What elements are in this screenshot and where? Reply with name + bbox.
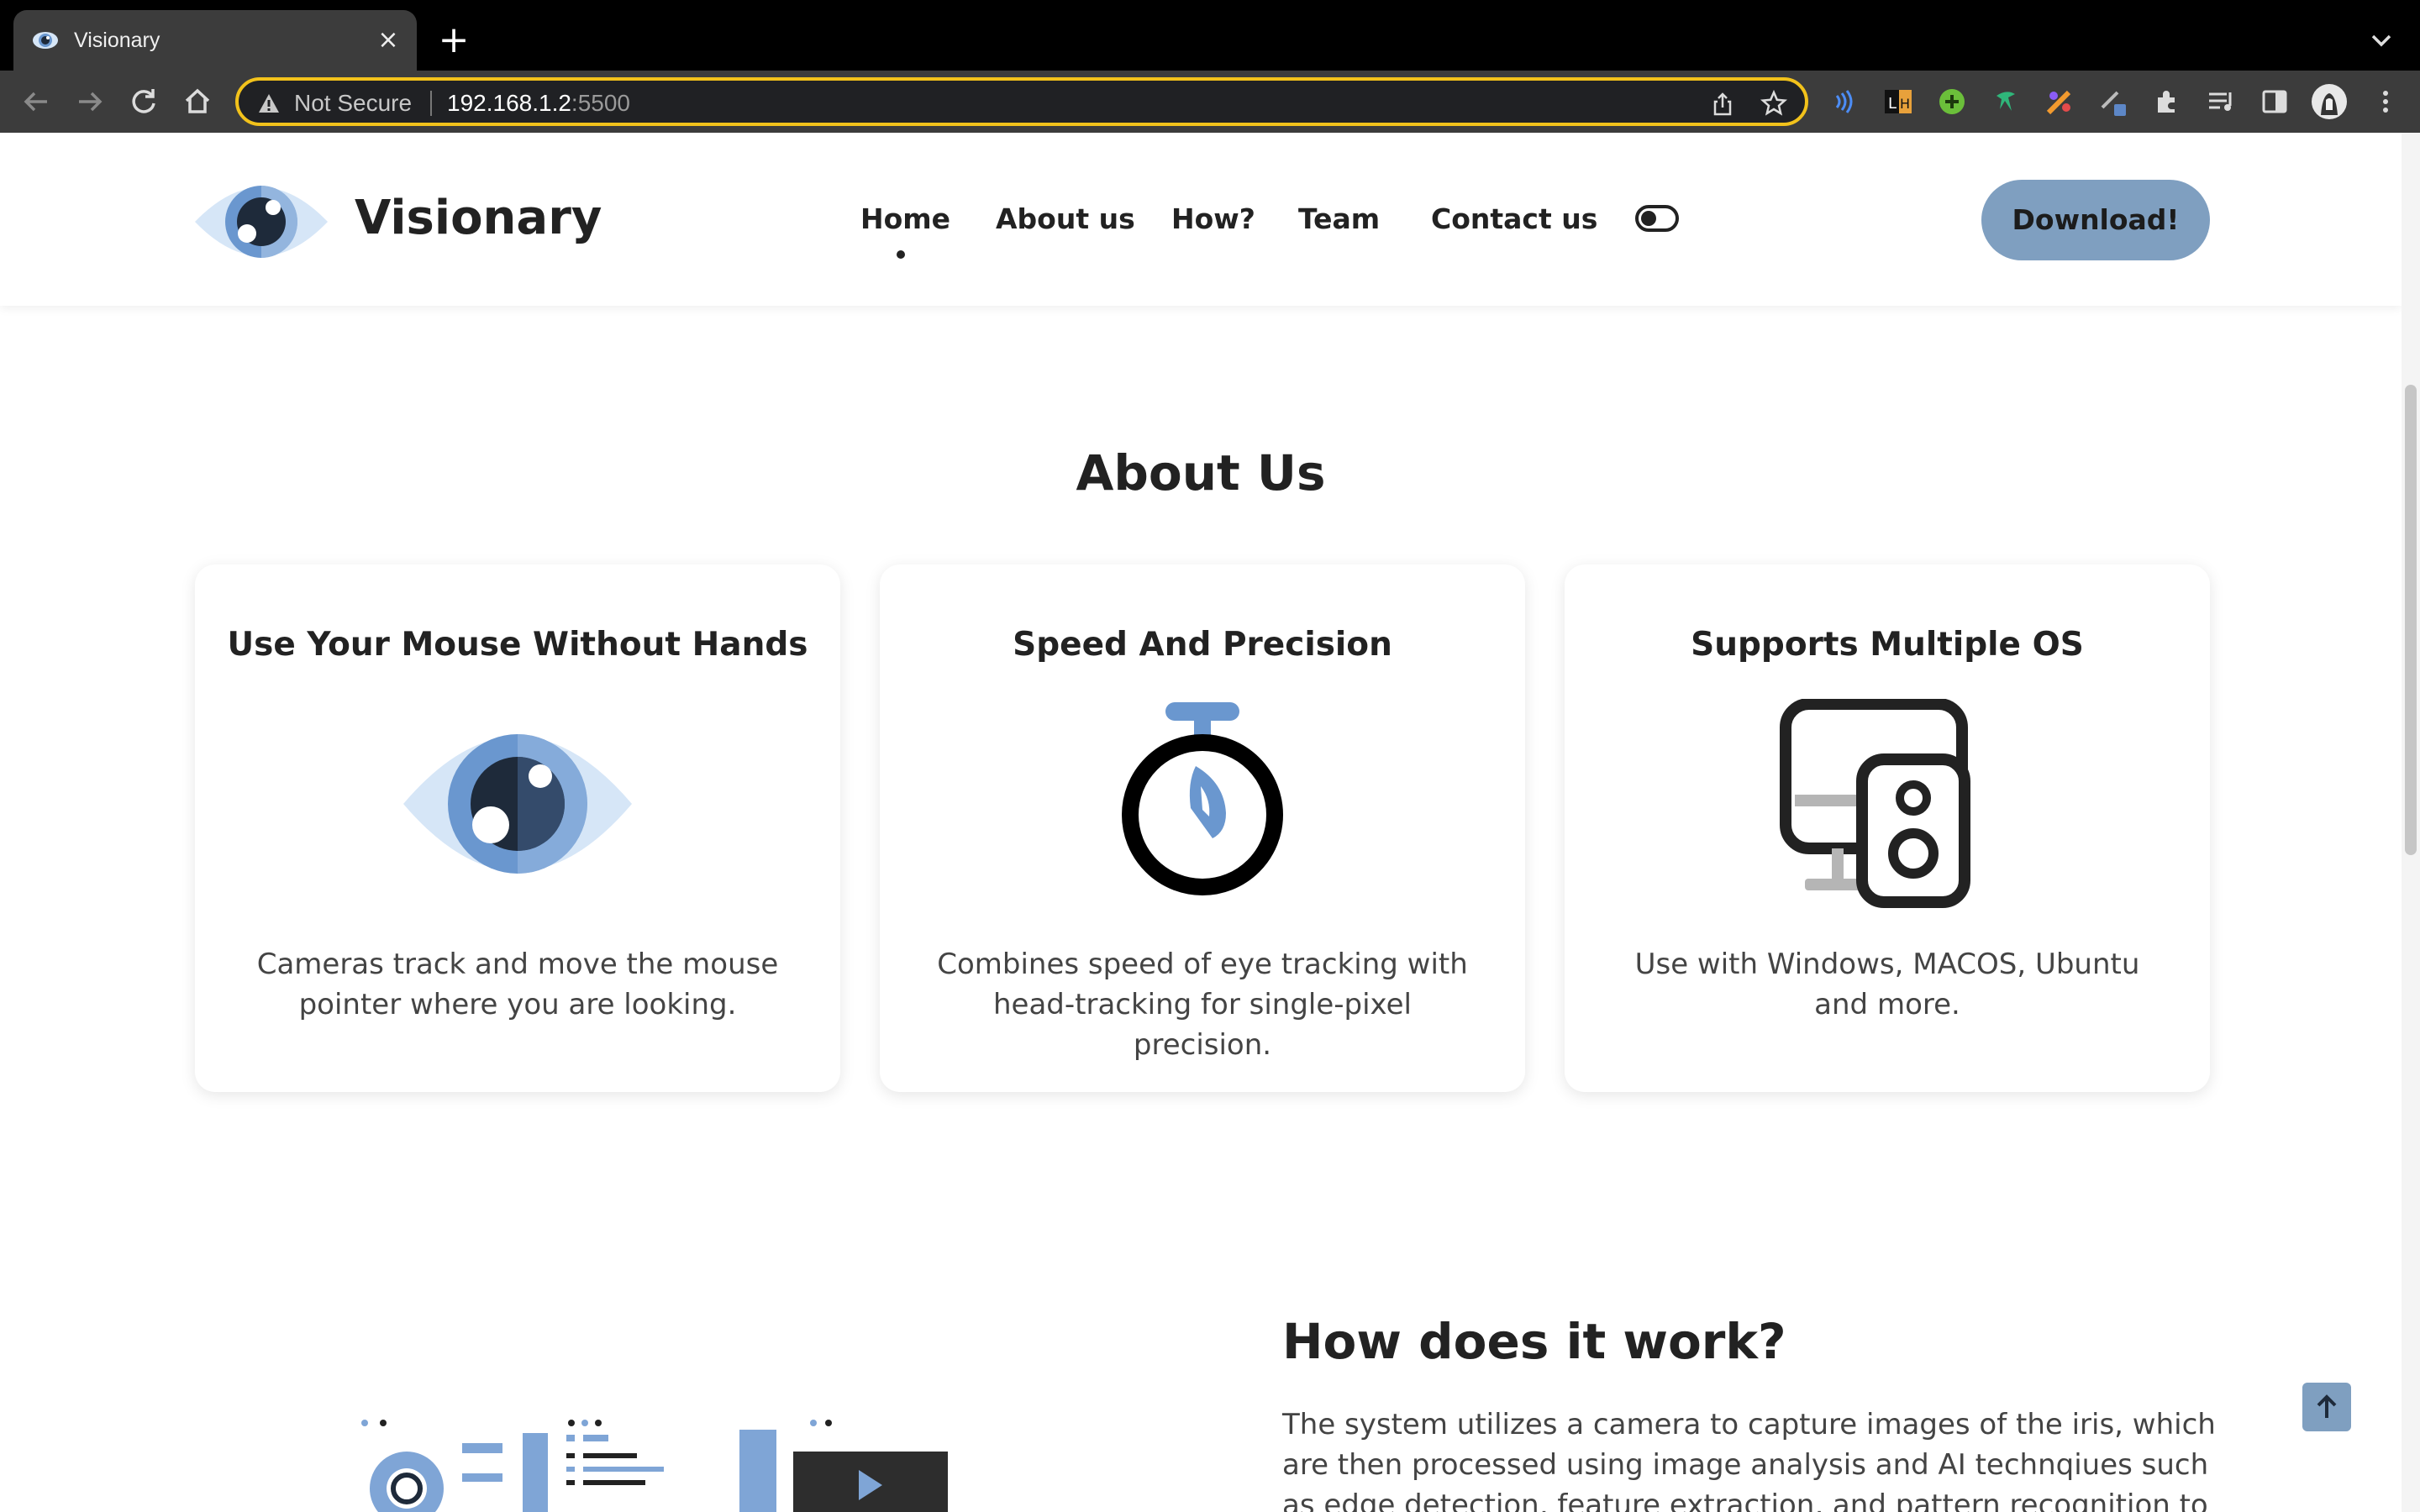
more-options-icon[interactable] [2370,86,2402,118]
eye-icon [403,734,632,874]
eye-favicon-icon [33,32,58,49]
tab-close-icon[interactable]: × [373,25,403,55]
nav-home[interactable]: Home [860,202,950,237]
arrow-left-icon [24,92,47,112]
omnibox-divider [430,91,432,116]
page-scrollbar[interactable] [2402,133,2420,1512]
arrow-right-icon [79,92,103,112]
nav-about-us[interactable]: About us [996,202,1135,237]
card-title: Use Your Mouse Without Hands [227,626,808,664]
arrow-up-icon [2317,1394,2337,1418]
theme-toggle-icon[interactable] [1635,205,1679,232]
not-secure-label[interactable]: Not Secure [294,89,412,118]
active-nav-indicator [897,250,905,259]
card-title: Supports Multiple OS [1691,626,2084,664]
reload-icon [132,89,155,113]
home-icon [185,88,210,113]
reload-button[interactable] [124,82,163,121]
card-description: Combines speed of eye tracking with head… [937,948,1468,1062]
logo-text[interactable]: Visionary [355,188,602,249]
warning-icon [259,94,279,113]
extensions-puzzle-icon[interactable] [2151,86,2183,118]
feature-card-speed: Speed And Precision Combines speed of ey… [880,564,1525,1092]
url-port: :5500 [571,90,630,116]
bookmark-star-icon[interactable] [1760,89,1788,118]
extension-bird-icon[interactable] [1990,86,2022,118]
media-queue-icon[interactable] [2205,86,2237,118]
extension-wave-icon[interactable] [1828,86,1860,118]
browser-tab-strip: Visionary × + [0,0,2420,71]
site-header: Visionary Home About us How? Team Contac… [0,133,2402,306]
url-text[interactable]: 192.168.1.2:5500 [447,89,630,118]
forward-button[interactable] [71,82,109,121]
visionary-logo-icon[interactable] [193,175,329,269]
scroll-to-top-button[interactable] [2302,1383,2351,1431]
feature-card-multi-os: Supports Multiple OS Use with Windows, M… [1565,564,2210,1092]
new-tab-button[interactable]: + [434,22,474,62]
browser-toolbar: Not Secure 192.168.1.2:5500 LH [0,71,2420,133]
extension-plus-icon[interactable] [1936,86,1968,118]
nav-team[interactable]: Team [1298,202,1380,237]
extension-pen-icon[interactable] [2097,86,2129,118]
scrollbar-thumb[interactable] [2405,385,2417,855]
web-page: Visionary Home About us How? Team Contac… [0,133,2420,1512]
download-button[interactable]: Download! [1981,180,2210,260]
svg-text:L: L [1888,95,1897,113]
how-it-works-text: The system utilizes a camera to capture … [1282,1408,2216,1512]
home-button[interactable] [178,82,217,121]
profile-avatar[interactable] [2311,83,2348,120]
devices-icon [1780,699,1970,908]
svg-text:H: H [1900,96,1910,112]
nav-how[interactable]: How? [1171,202,1255,237]
share-icon[interactable] [1709,91,1736,118]
card-title: Speed And Precision [1013,626,1392,664]
card-description: Cameras track and move the mouse pointer… [256,948,779,1021]
browser-tab[interactable]: Visionary × [13,10,417,71]
about-us-title: About Us [1076,444,1326,501]
back-button[interactable] [17,82,55,121]
extension-lh-icon[interactable]: LH [1882,86,1914,118]
feature-card-hands-free: Use Your Mouse Without Hands Cameras tra… [195,564,840,1092]
extension-palette-icon[interactable] [2044,86,2075,118]
chevron-down-icon[interactable] [2366,25,2396,55]
address-bar[interactable]: Not Secure 192.168.1.2:5500 [235,77,1808,126]
url-host: 192.168.1.2 [447,90,571,116]
nav-contact-us[interactable]: Contact us [1431,202,1597,237]
card-description: Use with Windows, MACOS, Ubuntu and more… [1634,948,2140,1021]
stopwatch-icon [1122,702,1283,895]
how-it-works-title: How does it work? [1282,1313,1786,1370]
side-panel-icon[interactable] [2259,86,2291,118]
how-it-works-illustration [361,1420,948,1512]
tab-title: Visionary [74,29,160,52]
